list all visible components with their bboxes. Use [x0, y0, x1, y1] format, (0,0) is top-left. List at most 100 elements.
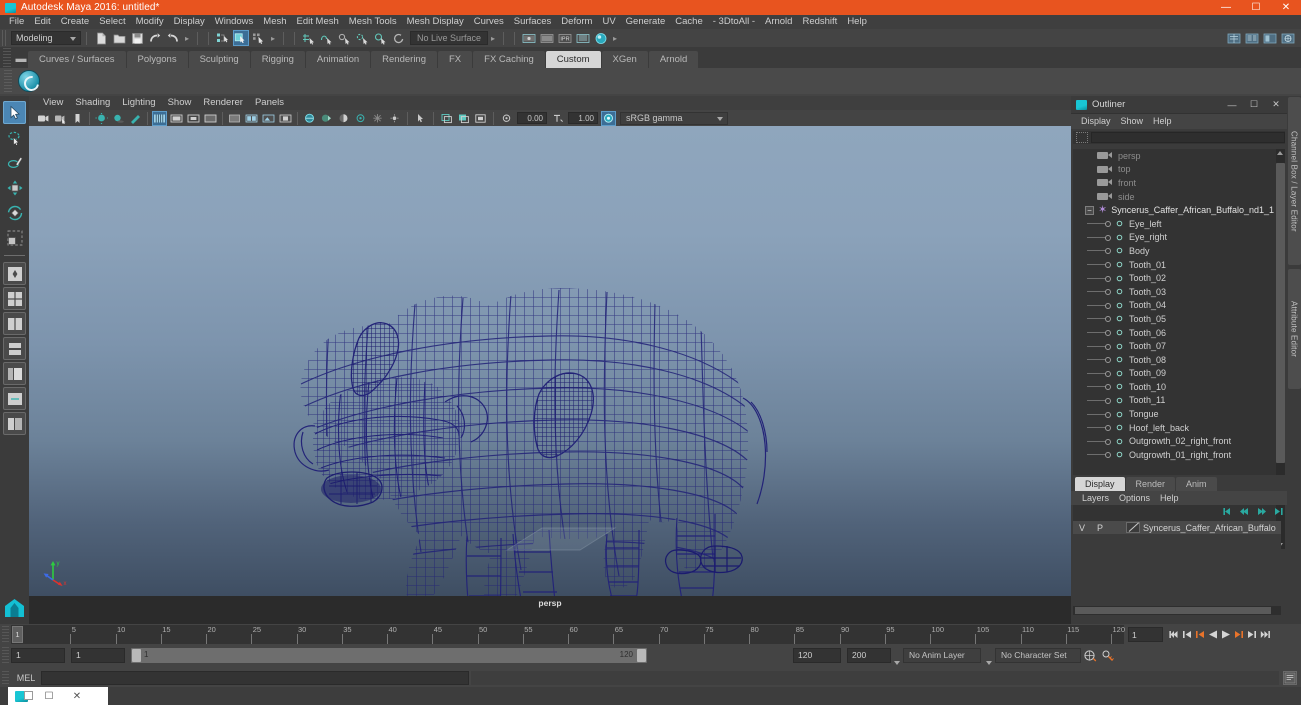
- viewport-panel-tear-off-icon[interactable]: [473, 111, 488, 126]
- layer-prev-icon[interactable]: [1238, 506, 1251, 517]
- outliner-item-tooth_05[interactable]: Tooth_05: [1073, 312, 1276, 326]
- scroll-up-icon[interactable]: [1277, 151, 1283, 155]
- grid-toggle-icon[interactable]: [152, 110, 167, 126]
- single-perspective-view-icon[interactable]: [3, 262, 26, 285]
- move-tool[interactable]: [3, 176, 26, 199]
- layer-tab-anim[interactable]: Anim: [1176, 477, 1217, 491]
- shelf-tab-arnold[interactable]: Arnold: [648, 51, 699, 68]
- menu-modify[interactable]: Modify: [131, 15, 169, 29]
- render-current-frame-icon[interactable]: [521, 30, 537, 46]
- snap-to-point-icon[interactable]: [337, 30, 353, 46]
- shelf-row-grip[interactable]: [4, 70, 12, 92]
- range-slider[interactable]: 1 120: [131, 647, 647, 663]
- shelf-tab-fx-caching[interactable]: FX Caching: [473, 51, 545, 68]
- range-start-field[interactable]: 1: [71, 647, 125, 663]
- rotate-tool[interactable]: [3, 201, 26, 224]
- menu-mesh[interactable]: Mesh: [258, 15, 291, 29]
- two-pane-side-by-side-icon[interactable]: [3, 312, 26, 335]
- outliner-camera-side[interactable]: side: [1073, 190, 1276, 204]
- menu-deform[interactable]: Deform: [556, 15, 597, 29]
- open-scene-icon[interactable]: [111, 30, 127, 46]
- show-hide-tool-settings-icon[interactable]: [1262, 30, 1278, 46]
- maximize-button[interactable]: ☐: [1241, 0, 1271, 15]
- outliner-filter-icon[interactable]: [1076, 132, 1088, 143]
- menu-select[interactable]: Select: [94, 15, 130, 29]
- command-line-grip[interactable]: [2, 670, 9, 686]
- exposure-icon[interactable]: [499, 111, 514, 126]
- color-management-icon[interactable]: [601, 110, 616, 126]
- hypergraph-persp-layout-icon[interactable]: [3, 387, 26, 410]
- undo-icon[interactable]: [147, 30, 163, 46]
- outliner-close-button[interactable]: ✕: [1265, 96, 1287, 113]
- shelf-tab-rigging[interactable]: Rigging: [250, 51, 305, 68]
- scale-tool[interactable]: [3, 226, 26, 249]
- menu-edit-mesh[interactable]: Edit Mesh: [292, 15, 344, 29]
- shelf-tab-rendering[interactable]: Rendering: [371, 51, 437, 68]
- shelf-grip[interactable]: [3, 48, 11, 67]
- outliner-group-row[interactable]: − ✶ Syncerus_Caffer_African_Buffalo_nd1_1: [1073, 203, 1276, 217]
- viewport-menu-renderer[interactable]: Renderer: [197, 96, 249, 110]
- step-back-frame-icon[interactable]: [1193, 627, 1206, 642]
- outliner-item-eye_right[interactable]: Eye_right: [1073, 231, 1276, 245]
- layer-visibility-column[interactable]: V: [1073, 523, 1091, 533]
- step-back-keyframe-icon[interactable]: [1180, 627, 1193, 642]
- current-frame-field[interactable]: 1: [1128, 627, 1163, 642]
- play-forwards-icon[interactable]: [1219, 627, 1232, 642]
- paint-select-tool[interactable]: [3, 151, 26, 174]
- show-hide-channel-box-icon[interactable]: [1280, 30, 1296, 46]
- menu-cache[interactable]: Cache: [670, 15, 707, 29]
- outliner-item-hoof_left_back[interactable]: Hoof_left_back: [1073, 421, 1276, 435]
- layer-color-swatch[interactable]: [1126, 522, 1140, 533]
- make-live-icon[interactable]: [391, 30, 407, 46]
- outliner-persp-layout-icon[interactable]: [3, 362, 26, 385]
- layer-tab-render[interactable]: Render: [1125, 477, 1176, 491]
- statusbar-collapse-4[interactable]: ▸: [610, 31, 620, 45]
- layer-horizontal-scrollbar[interactable]: [1073, 606, 1281, 615]
- bookmark-icon[interactable]: [70, 111, 85, 126]
- viewport-menu-view[interactable]: View: [37, 96, 69, 110]
- snap-to-projected-center-icon[interactable]: [355, 30, 371, 46]
- outliner-item-tooth_06[interactable]: Tooth_06: [1073, 326, 1276, 340]
- outliner-item-tooth_10[interactable]: Tooth_10: [1073, 380, 1276, 394]
- select-tool[interactable]: [3, 101, 26, 124]
- outliner-search-input[interactable]: [1091, 132, 1285, 143]
- menu-edit[interactable]: Edit: [29, 15, 55, 29]
- command-input[interactable]: [41, 671, 469, 685]
- outliner-scroll-thumb[interactable]: [1276, 163, 1285, 463]
- time-slider-grip[interactable]: [2, 625, 9, 644]
- gate-mask-icon[interactable]: [203, 111, 218, 126]
- anim-layer-field[interactable]: No Anim Layer: [903, 647, 981, 663]
- shadows-icon[interactable]: [111, 111, 126, 126]
- minimize-button[interactable]: —: [1211, 0, 1241, 15]
- shelf-tab-polygons[interactable]: Polygons: [126, 51, 188, 68]
- shelf-tab-curves-surfaces[interactable]: Curves / Surfaces: [28, 51, 126, 68]
- anim-start-field[interactable]: 1: [11, 647, 65, 663]
- outliner-camera-top[interactable]: top: [1073, 163, 1276, 177]
- outliner-item-tooth_02[interactable]: Tooth_02: [1073, 271, 1276, 285]
- shelf-tab-sculpting[interactable]: Sculpting: [188, 51, 250, 68]
- menu-redshift[interactable]: Redshift: [797, 15, 842, 29]
- collapse-icon[interactable]: −: [1085, 205, 1094, 215]
- outliner-item-tooth_08[interactable]: Tooth_08: [1073, 353, 1276, 367]
- outliner-item-tooth_03[interactable]: Tooth_03: [1073, 285, 1276, 299]
- taskbar-close-button[interactable]: ✕: [63, 691, 91, 702]
- outliner-item-tongue[interactable]: Tongue: [1073, 407, 1276, 421]
- lasso-select-tool[interactable]: [3, 126, 26, 149]
- statusbar-collapse-1[interactable]: ▸: [182, 31, 192, 45]
- range-end-field[interactable]: 120: [793, 647, 841, 663]
- resolution-gate-icon[interactable]: [186, 111, 201, 126]
- statusbar-grip[interactable]: [2, 30, 8, 46]
- play-backwards-icon[interactable]: [1206, 627, 1219, 642]
- isolate-select-icon[interactable]: [353, 111, 368, 126]
- render-sequence-icon[interactable]: [539, 30, 555, 46]
- viewport-panel-copy-icon[interactable]: [456, 111, 471, 126]
- viewport-menu-shading[interactable]: Shading: [69, 96, 116, 110]
- go-to-start-icon[interactable]: [1167, 627, 1180, 642]
- two-pane-stacked-icon[interactable]: [3, 337, 26, 360]
- outliner-maximize-button[interactable]: ☐: [1243, 96, 1265, 113]
- select-by-hierarchy-icon[interactable]: [215, 30, 231, 46]
- display-layer-row[interactable]: V P Syncerus_Caffer_African_Buffalo: [1073, 521, 1281, 534]
- taskbar-restore-button[interactable]: ☐: [35, 691, 63, 702]
- menu-arnold[interactable]: Arnold: [760, 15, 797, 29]
- viewport-panel-zoom-icon[interactable]: [439, 111, 454, 126]
